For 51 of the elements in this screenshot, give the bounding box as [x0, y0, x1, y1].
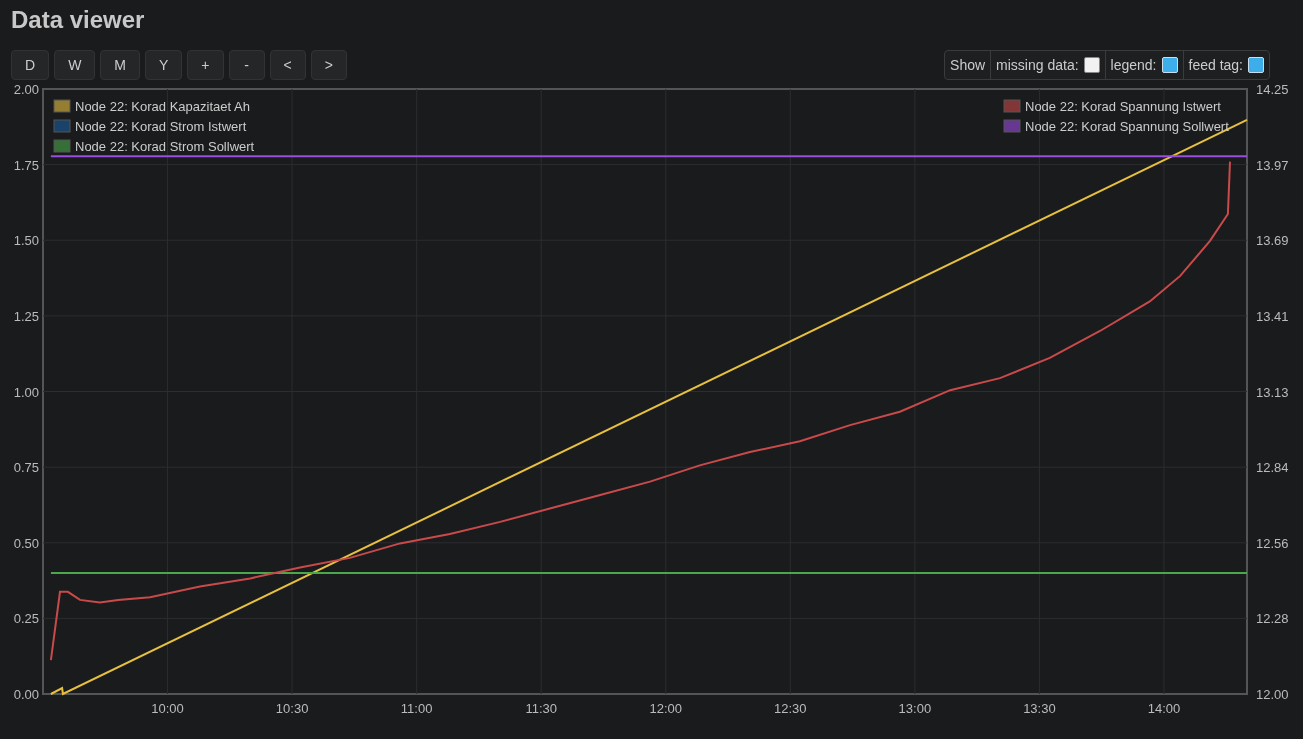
y-axis-label: 1.00: [13, 384, 39, 400]
x-axis-label: 12:00: [649, 701, 683, 716]
range-button[interactable]: Y: [145, 49, 183, 80]
x-axis-label: 11:30: [525, 701, 557, 716]
y-axis-label: 12.84: [1256, 460, 1289, 476]
x-axis-label: 10:00: [151, 701, 184, 716]
legend-label: Node 22: Korad Strom Istwert: [75, 119, 247, 134]
y-axis-label: 13.13: [1256, 384, 1289, 400]
option-label: missing data:: [996, 56, 1079, 73]
legend-swatch: [53, 99, 71, 113]
y-axis-label: 0.00: [13, 687, 39, 702]
y-axis-label: 1.25: [13, 308, 39, 324]
option-label: feed tag:: [1188, 56, 1243, 73]
checkbox[interactable]: [1083, 56, 1100, 73]
x-axis-label: 13:30: [1023, 701, 1056, 716]
range-button[interactable]: M: [100, 49, 140, 80]
legend-swatch: [53, 139, 71, 153]
y-axis-label: 14.25: [1256, 82, 1289, 97]
x-axis-label: 12:30: [774, 701, 807, 716]
y-axis-label: 1.75: [13, 157, 39, 173]
range-button[interactable]: -: [228, 49, 265, 80]
range-button[interactable]: +: [187, 49, 224, 80]
page-title: Data viewer: [11, 5, 145, 35]
legend-label: Node 22: Korad Kapazitaet Ah: [75, 99, 250, 114]
y-axis-label: 12.00: [1256, 687, 1289, 702]
show-label: Show: [950, 56, 986, 73]
y-axis-label: 2.00: [13, 82, 39, 97]
range-button[interactable]: W: [54, 49, 96, 80]
y-axis-label: 0.25: [13, 611, 39, 627]
y-axis-label: 0.50: [13, 535, 39, 551]
legend-label: Node 22: Korad Spannung Sollwert: [1025, 119, 1229, 134]
legend-label: Node 22: Korad Strom Sollwert: [75, 139, 255, 154]
y-axis-label: 13.69: [1256, 233, 1289, 249]
y-axis-label: 0.75: [13, 460, 39, 476]
y-axis-label: 12.56: [1256, 535, 1289, 551]
x-axis-label: 14:00: [1147, 701, 1181, 716]
x-axis-label: 13:00: [898, 701, 932, 716]
legend-swatch: [53, 119, 71, 133]
option-label: legend:: [1110, 56, 1157, 73]
y-axis-label: 12.28: [1256, 611, 1289, 627]
range-button[interactable]: D: [11, 49, 50, 80]
x-axis-label: 10:30: [275, 701, 309, 716]
y-axis-label: 1.50: [13, 233, 39, 249]
legend-swatch: [1003, 119, 1021, 133]
x-axis-label: 11:00: [400, 701, 433, 716]
y-axis-label: 13.41: [1256, 308, 1289, 324]
range-button[interactable]: <: [269, 49, 306, 80]
range-button[interactable]: >: [310, 49, 347, 80]
legend-label: Node 22: Korad Spannung Istwert: [1025, 99, 1221, 114]
y-axis-label: 13.97: [1256, 157, 1289, 173]
legend-swatch: [1003, 99, 1021, 113]
